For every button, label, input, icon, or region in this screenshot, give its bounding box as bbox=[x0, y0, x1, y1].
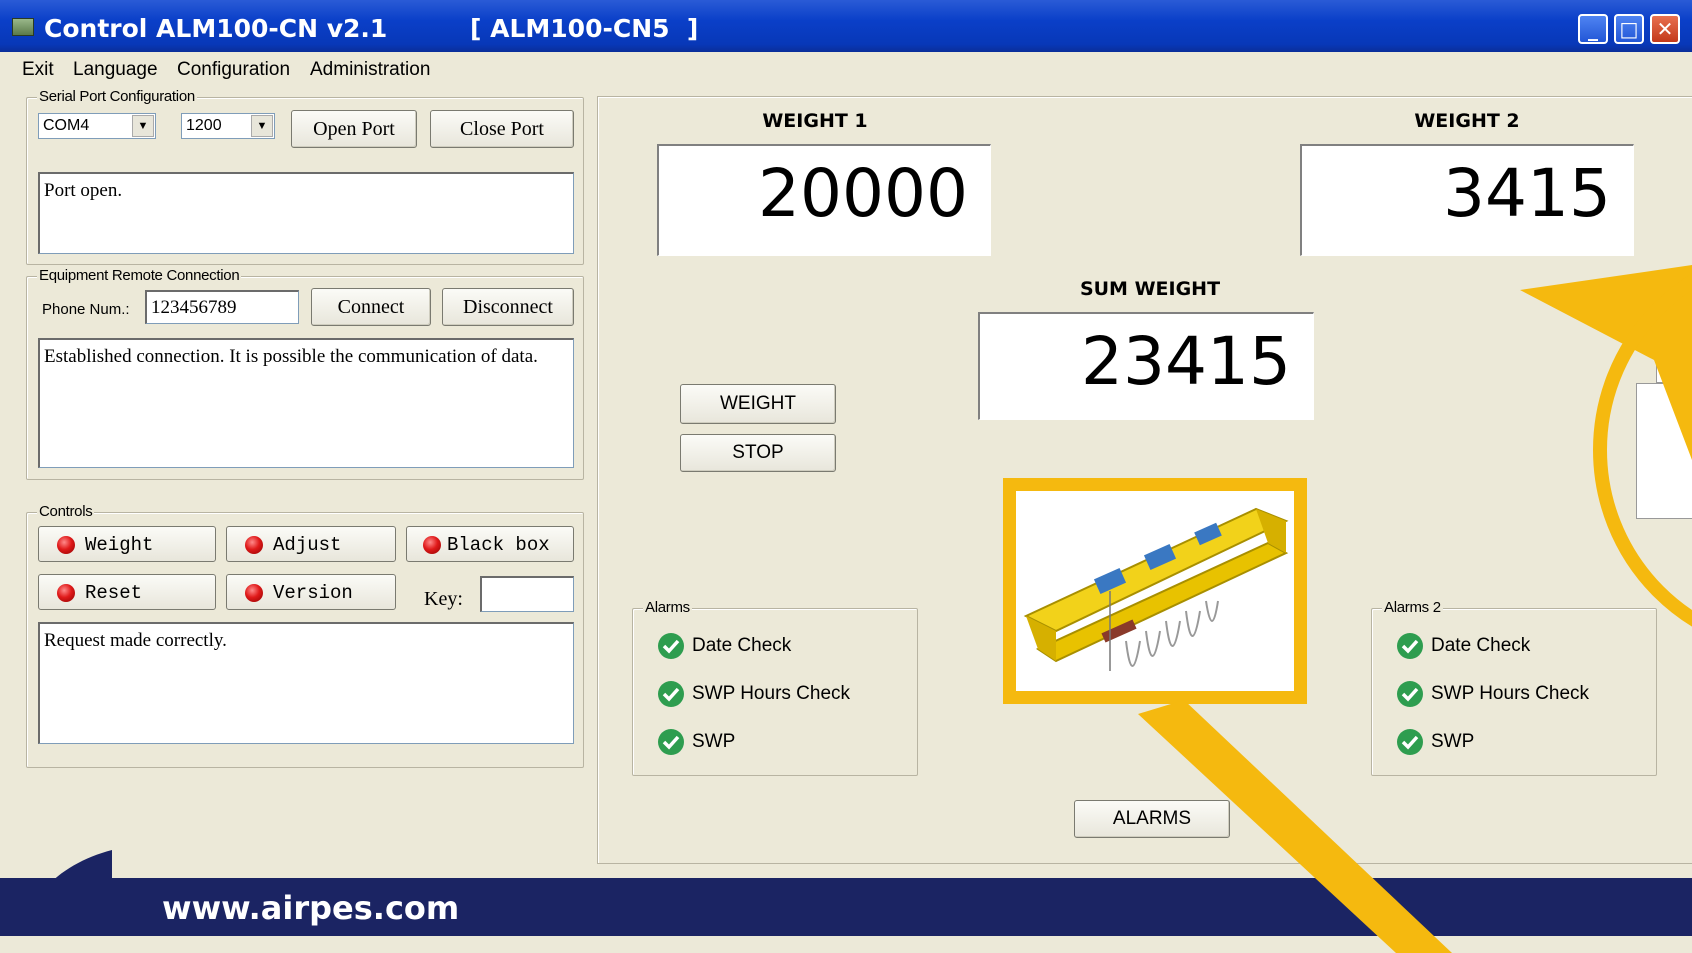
callout-arrow-bottom bbox=[1138, 700, 1452, 953]
main-window: Control ALM100-CN v2.1 [ ALM100-CN5 ] _ … bbox=[0, 0, 1692, 953]
callout-overlay bbox=[1138, 265, 1692, 953]
